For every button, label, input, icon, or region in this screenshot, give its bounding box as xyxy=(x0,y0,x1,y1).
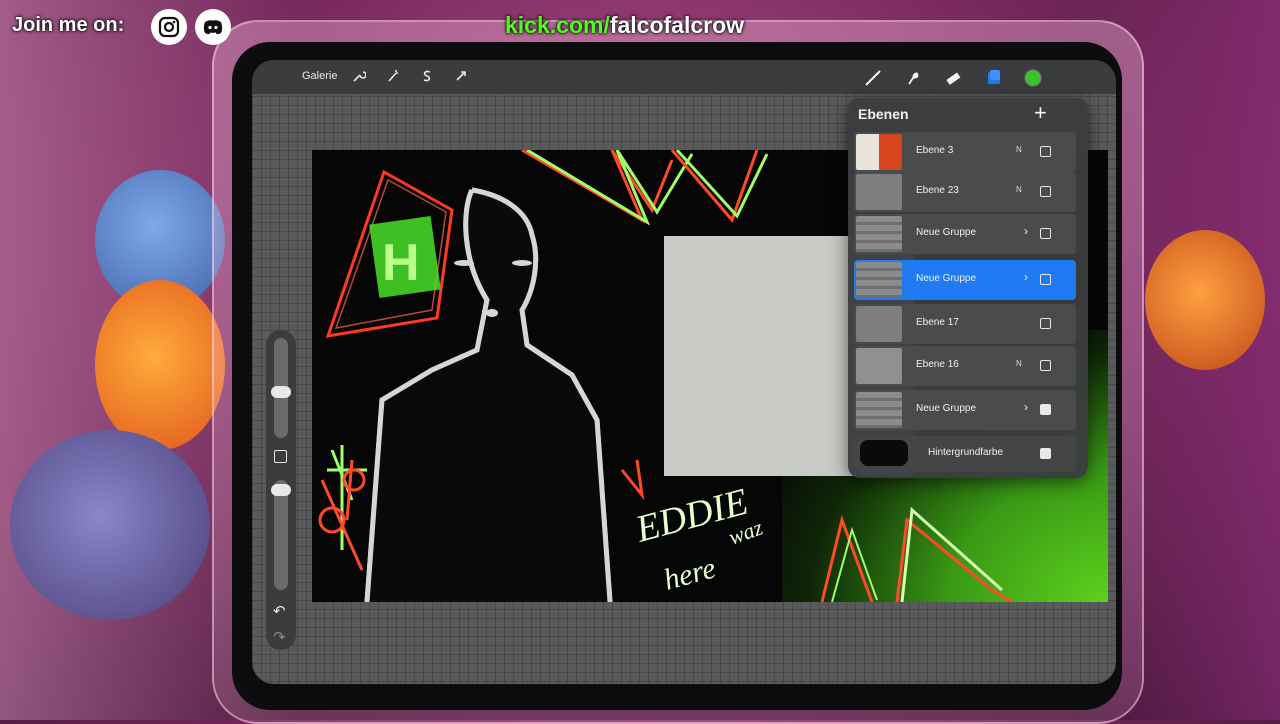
visibility-checkbox[interactable] xyxy=(1040,318,1051,329)
visibility-checkbox[interactable] xyxy=(1040,186,1051,197)
layer-thumbnail xyxy=(856,348,902,384)
background-color-label: Hintergrundfarbe xyxy=(928,447,1004,458)
layer-name: Neue Gruppe xyxy=(916,227,977,238)
visibility-checkbox[interactable] xyxy=(1040,146,1051,157)
group-thumbnail xyxy=(856,216,902,252)
pikachu-figure-right xyxy=(1145,230,1265,370)
layer-name: Neue Gruppe xyxy=(916,273,977,284)
blend-mode[interactable]: N xyxy=(1016,185,1022,194)
stream-overlay: Join me on: kick.com/falcofalcrow xyxy=(0,0,1280,54)
eraser-icon[interactable] xyxy=(944,69,962,92)
redo-icon[interactable]: ↷ xyxy=(273,628,286,646)
discord-icon xyxy=(195,9,231,45)
layer-thumbnail xyxy=(856,174,902,210)
pikachu-figure-left xyxy=(95,280,225,450)
layer-row[interactable]: Ebene 3 N xyxy=(854,132,1076,172)
brush-size-slider[interactable] xyxy=(271,338,291,438)
layer-row[interactable]: Ebene 16 N xyxy=(854,346,1076,386)
selection-icon[interactable] xyxy=(420,69,434,88)
plus-icon[interactable]: + xyxy=(1034,100,1047,126)
layer-row[interactable]: Ebene 23 N xyxy=(854,172,1076,212)
visibility-checkbox[interactable] xyxy=(1040,274,1051,285)
instagram-icon xyxy=(151,9,187,45)
layer-name: Ebene 17 xyxy=(916,317,959,328)
graffiti-here: here xyxy=(660,551,719,596)
layer-name: Neue Gruppe xyxy=(916,403,977,414)
layer-name: Ebene 16 xyxy=(916,359,959,370)
layer-group-row-selected[interactable]: Neue Gruppe › xyxy=(854,260,1076,300)
layers-panel: Ebenen + Ebene 3 N Ebene 23 N Neue Grupp… xyxy=(848,98,1088,478)
kick-channel-link: kick.com/falcofalcrow xyxy=(505,12,744,39)
layer-name: Ebene 23 xyxy=(916,185,959,196)
layer-thumbnail xyxy=(856,134,902,170)
visibility-checkbox[interactable] xyxy=(1040,228,1051,239)
layer-thumbnail xyxy=(856,306,902,342)
undo-icon[interactable]: ↶ xyxy=(273,602,286,620)
kick-username: falcofalcrow xyxy=(609,12,745,38)
blend-mode[interactable]: N xyxy=(1016,145,1022,154)
gallery-button[interactable]: Galerie xyxy=(302,70,337,82)
chevron-right-icon[interactable]: › xyxy=(1024,224,1028,238)
chevron-right-icon[interactable]: › xyxy=(1024,270,1028,284)
bulbasaur-figure xyxy=(10,430,210,620)
wrench-icon[interactable] xyxy=(352,69,367,88)
brush-size-knob[interactable] xyxy=(271,386,291,398)
background-color-swatch[interactable] xyxy=(860,440,908,466)
blend-mode[interactable]: N xyxy=(1016,359,1022,368)
chevron-right-icon[interactable]: › xyxy=(1024,400,1028,414)
visibility-checkbox-checked[interactable] xyxy=(1040,448,1051,459)
left-sidebar: ↶ ↷ xyxy=(266,330,296,650)
transform-icon[interactable] xyxy=(454,69,468,88)
background-color-row[interactable]: Hintergrundfarbe xyxy=(854,436,1076,472)
opacity-slider[interactable] xyxy=(271,480,291,590)
visibility-checkbox[interactable] xyxy=(1040,360,1051,371)
layers-panel-title: Ebenen xyxy=(858,106,909,122)
opacity-knob[interactable] xyxy=(271,484,291,496)
layer-group-row[interactable]: Neue Gruppe › xyxy=(854,214,1076,254)
magic-wand-icon[interactable] xyxy=(386,69,400,88)
group-thumbnail xyxy=(856,262,902,298)
layer-row[interactable]: Ebene 17 xyxy=(854,304,1076,344)
group-thumbnail xyxy=(856,392,902,428)
procreate-screen: Galerie H EDDIE here waz ↶ ↷ Ebenen + Eb… xyxy=(252,60,1116,684)
top-toolbar: Galerie xyxy=(252,60,1116,94)
layer-name: Ebene 3 xyxy=(916,145,954,156)
layers-icon[interactable] xyxy=(985,69,1003,92)
color-icon[interactable] xyxy=(1023,68,1043,93)
visibility-checkbox-checked[interactable] xyxy=(1040,404,1051,415)
smudge-icon[interactable] xyxy=(904,69,922,92)
join-label: Join me on: xyxy=(12,14,125,36)
modify-button[interactable] xyxy=(274,450,287,463)
brush-icon[interactable] xyxy=(864,69,882,92)
neon-letter-h: H xyxy=(382,234,420,292)
layer-group-row[interactable]: Neue Gruppe › xyxy=(854,390,1076,430)
kick-domain: kick.com/ xyxy=(505,12,610,38)
